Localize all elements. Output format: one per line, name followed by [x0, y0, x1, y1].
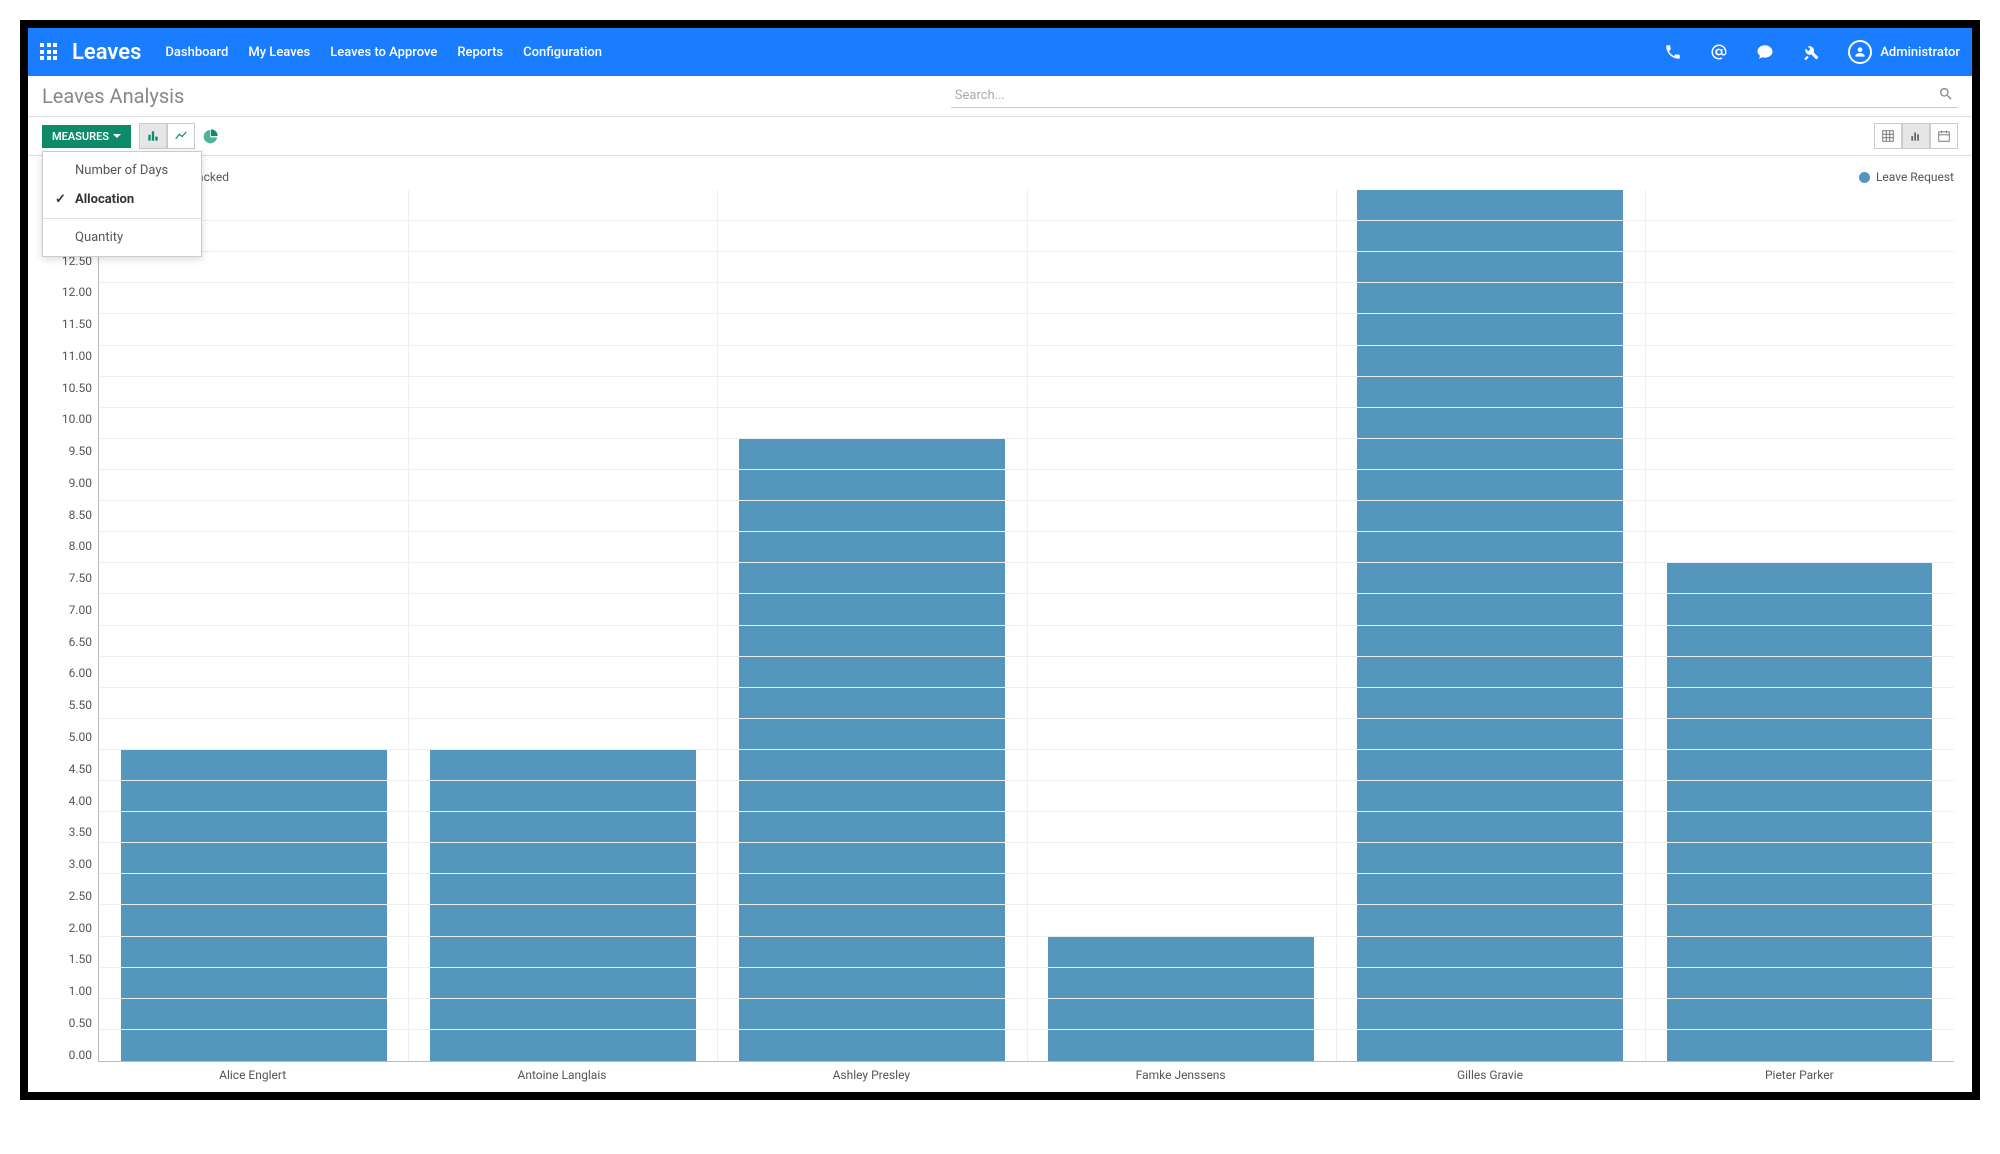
- x-label: Alice Englert: [98, 1062, 407, 1082]
- search-icon[interactable]: [1938, 86, 1954, 102]
- x-axis: Alice EnglertAntoine LanglaisAshley Pres…: [98, 1062, 1954, 1082]
- y-tick: 1.00: [69, 984, 92, 998]
- bar[interactable]: [430, 750, 696, 1061]
- y-tick: 9.50: [69, 444, 92, 458]
- y-tick: 5.00: [69, 730, 92, 744]
- measures-label: MEASURES: [52, 130, 109, 143]
- y-tick: 4.00: [69, 794, 92, 808]
- y-tick: 11.00: [62, 349, 92, 363]
- y-tick: 4.50: [69, 762, 92, 776]
- bar[interactable]: [1357, 190, 1623, 1061]
- chart-area: Stacked Leave Request 13.5013.0012.5012.…: [28, 156, 1972, 1092]
- y-tick: 6.50: [69, 635, 92, 649]
- nav-my-leaves[interactable]: My Leaves: [248, 45, 310, 60]
- y-tick: 3.00: [69, 857, 92, 871]
- y-tick: 1.50: [69, 952, 92, 966]
- y-tick: 7.00: [69, 603, 92, 617]
- phone-icon[interactable]: [1664, 43, 1682, 61]
- y-tick: 11.50: [62, 317, 92, 331]
- y-tick: 3.50: [69, 825, 92, 839]
- y-tick: 12.00: [62, 285, 92, 299]
- tools-icon[interactable]: [1802, 43, 1820, 61]
- page-title: Leaves Analysis: [42, 84, 184, 108]
- y-tick: 10.00: [62, 412, 92, 426]
- chart-legend: Leave Request: [1859, 170, 1954, 184]
- toolbar: MEASURES Number of Days Allocation Quant…: [28, 117, 1972, 156]
- line-chart-button[interactable]: [167, 123, 195, 149]
- chat-icon[interactable]: [1756, 43, 1774, 61]
- measures-button[interactable]: MEASURES: [42, 125, 131, 148]
- search-input[interactable]: [951, 84, 1958, 108]
- subheader: Leaves Analysis: [28, 76, 1972, 117]
- nav-dashboard[interactable]: Dashboard: [165, 45, 228, 60]
- topbar: Leaves Dashboard My Leaves Leaves to App…: [28, 28, 1972, 76]
- bar[interactable]: [121, 750, 387, 1061]
- avatar-icon: [1848, 40, 1872, 64]
- y-tick: 0.00: [69, 1048, 92, 1062]
- caret-down-icon: [113, 134, 121, 138]
- y-tick: 10.50: [62, 381, 92, 395]
- dropdown-separator: [43, 218, 201, 219]
- y-tick: 7.50: [69, 571, 92, 585]
- dropdown-item-allocation[interactable]: Allocation: [43, 185, 201, 214]
- calendar-view-button[interactable]: [1930, 123, 1958, 149]
- graph-view-button[interactable]: [1902, 123, 1930, 149]
- main-nav: Dashboard My Leaves Leaves to Approve Re…: [165, 45, 602, 60]
- legend-label: Leave Request: [1876, 170, 1954, 184]
- y-tick: 8.50: [69, 508, 92, 522]
- pivot-view-button[interactable]: [1874, 123, 1902, 149]
- nav-reports[interactable]: Reports: [457, 45, 503, 60]
- y-tick: 2.00: [69, 921, 92, 935]
- x-label: Famke Jenssens: [1026, 1062, 1335, 1082]
- y-tick: 8.00: [69, 539, 92, 553]
- at-icon[interactable]: [1710, 43, 1728, 61]
- y-tick: 6.00: [69, 666, 92, 680]
- x-label: Pieter Parker: [1645, 1062, 1954, 1082]
- x-label: Gilles Gravie: [1335, 1062, 1644, 1082]
- y-tick: 0.50: [69, 1016, 92, 1030]
- y-tick: 9.00: [69, 476, 92, 490]
- dropdown-item-quantity[interactable]: Quantity: [43, 223, 201, 252]
- user-menu[interactable]: Administrator: [1848, 40, 1960, 64]
- user-name: Administrator: [1880, 45, 1960, 60]
- y-tick: 2.50: [69, 889, 92, 903]
- app-brand[interactable]: Leaves: [72, 40, 141, 65]
- bar-chart-button[interactable]: [139, 123, 167, 149]
- dropdown-item-number-of-days[interactable]: Number of Days: [43, 156, 201, 185]
- nav-configuration[interactable]: Configuration: [523, 45, 602, 60]
- apps-icon[interactable]: [40, 43, 58, 61]
- x-label: Antoine Langlais: [407, 1062, 716, 1082]
- pie-chart-button[interactable]: [203, 128, 219, 144]
- nav-leaves-to-approve[interactable]: Leaves to Approve: [330, 45, 437, 60]
- legend-dot-icon: [1859, 172, 1870, 183]
- x-label: Ashley Presley: [717, 1062, 1026, 1082]
- y-tick: 5.50: [69, 698, 92, 712]
- chart-plot: [98, 190, 1954, 1062]
- y-axis: 13.5013.0012.5012.0011.5011.0010.5010.00…: [46, 190, 98, 1062]
- measures-dropdown: Number of Days Allocation Quantity: [42, 151, 202, 257]
